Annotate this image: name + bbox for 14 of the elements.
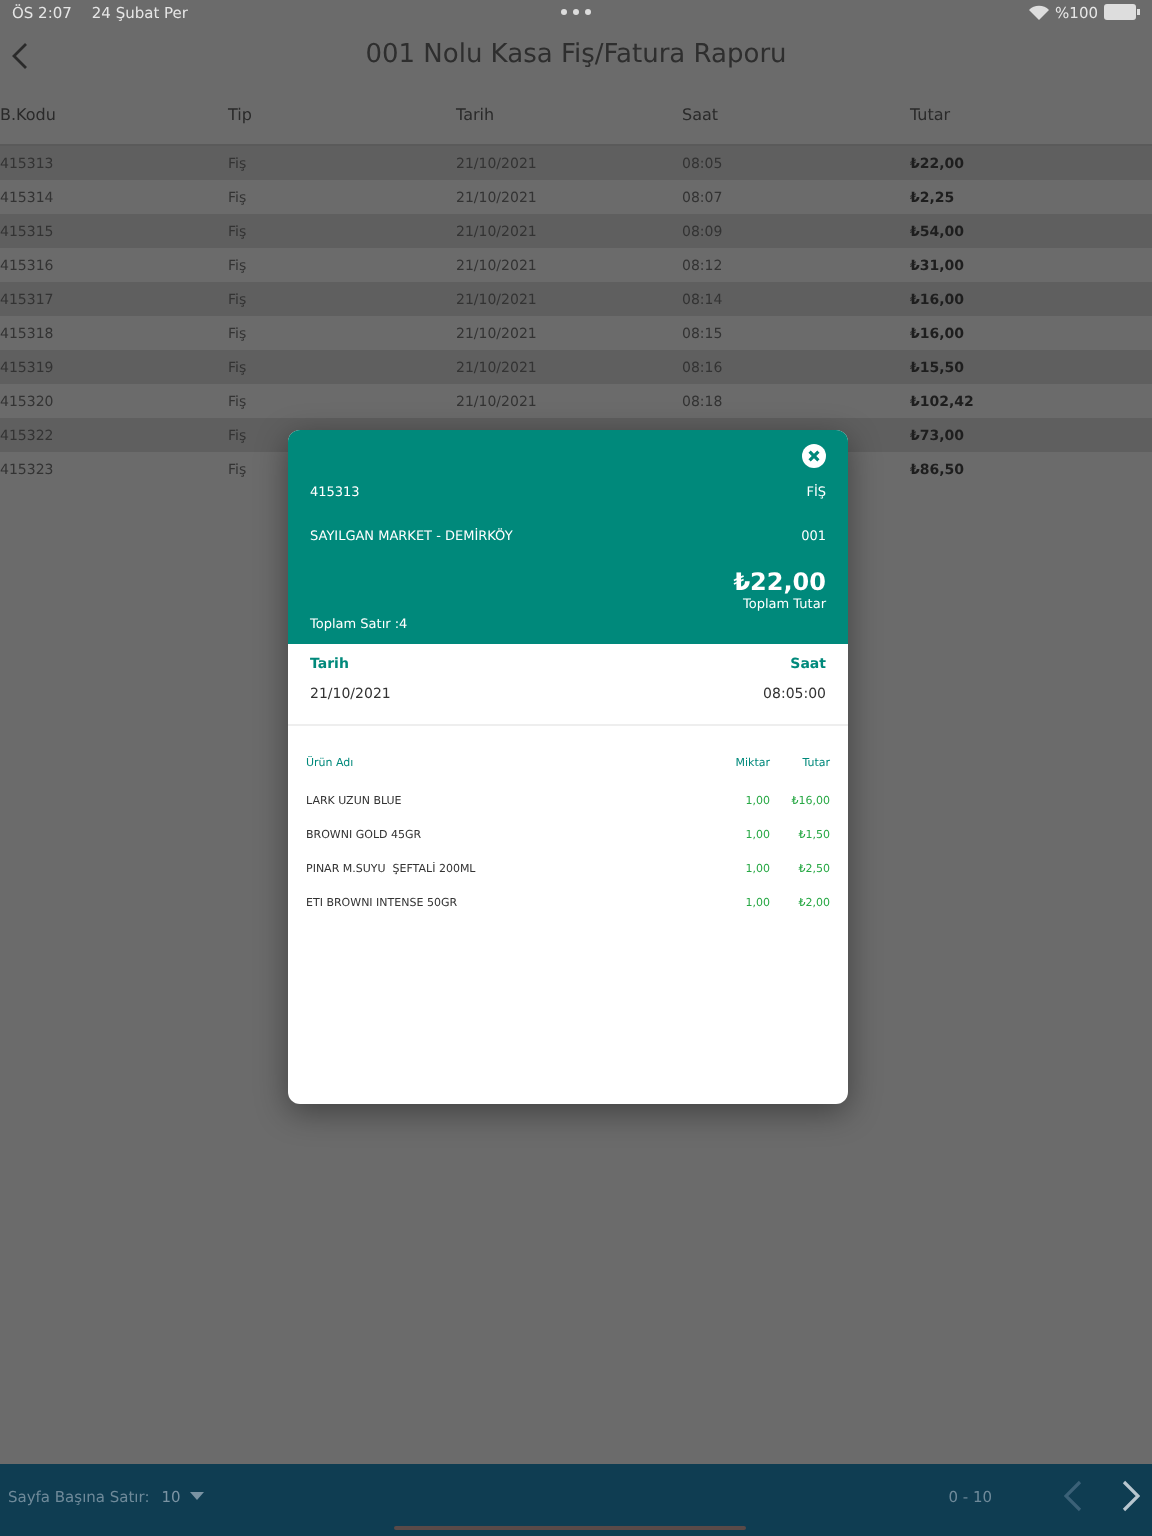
column-header: Tarih <box>456 105 497 123</box>
battery-icon <box>1104 4 1140 20</box>
column-header: B.Kodu <box>0 105 58 123</box>
wifi-icon <box>1027 4 1050 20</box>
column-header: Tip <box>228 105 254 123</box>
page-title: 001 Nolu Kasa Fiş/Fatura Raporu <box>365 39 787 69</box>
column-header: Tutar <box>910 105 953 123</box>
back-icon[interactable] <box>12 42 28 70</box>
caret-icon <box>190 1492 205 1500</box>
total-amount: ₺22,00 <box>731 568 826 596</box>
next-page-icon[interactable] <box>1122 1480 1140 1512</box>
close-icon[interactable] <box>802 444 826 468</box>
column-header: Saat <box>682 105 721 123</box>
more-dots-icon <box>560 8 592 16</box>
